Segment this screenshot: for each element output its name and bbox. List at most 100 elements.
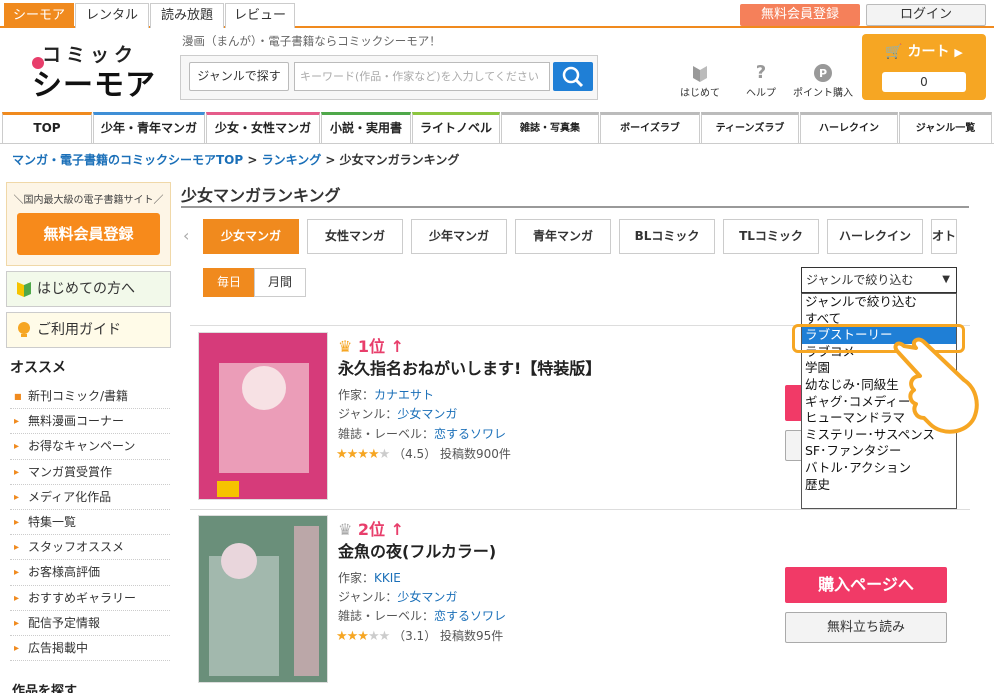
help-icon: ? [755, 62, 767, 83]
sidebar-item-gallery[interactable]: おすすめギャラリー [10, 586, 170, 611]
genre-filter-select[interactable]: ジャンルで絞り込む ▼ [801, 267, 957, 293]
cat-harlequin[interactable]: ハーレクイン [800, 112, 898, 144]
sidebar-guide-link[interactable]: ご利用ガイド [6, 312, 171, 348]
sidebar-item-free[interactable]: 無料漫画コーナー [10, 409, 170, 435]
sidebar-item-ads[interactable]: 広告掲載中 [10, 636, 170, 662]
genre-tab-shojo[interactable]: 少女マンガ [203, 219, 299, 254]
option-history[interactable]: 歴史 [802, 477, 956, 494]
sidebar-item-media[interactable]: メディア化作品 [10, 485, 170, 510]
sidebar-beginner-link[interactable]: はじめての方へ [6, 271, 171, 307]
rank-up-arrow-icon: ↑ [390, 520, 405, 539]
breadcrumb-home[interactable]: マンガ・電子書籍のコミックシーモアTOP [12, 153, 243, 167]
tagline: 漫画（まんが）・電子書籍ならコミックシーモア！ [182, 34, 441, 48]
author-link[interactable]: カナエサト [374, 388, 434, 402]
cart-icon: 🛒 [885, 44, 903, 60]
logo-bottom-text: シーモア [32, 68, 156, 103]
genre-label: ジャンル： [338, 590, 398, 604]
cat-lightnovel[interactable]: ライトノベル [412, 112, 500, 144]
header-help[interactable]: ? ヘルプ [731, 62, 791, 99]
cat-tl[interactable]: ティーンズラブ [701, 112, 799, 144]
book-title[interactable]: 永久指名おねがいします!【特装版】 [338, 355, 601, 379]
tab-unlimited[interactable]: 読み放題 [150, 3, 224, 28]
sidebar-search-heading: 作品を探す [12, 684, 78, 693]
magazine-label: 雑誌・レーベル： [338, 427, 435, 441]
sidebar-item-campaign[interactable]: お得なキャンペーン [10, 434, 170, 460]
breadcrumb-ranking[interactable]: ランキング [262, 153, 322, 167]
category-nav: TOP 少年・青年マンガ 少女・女性マンガ 小説・実用書 ライトノベル 雑誌・写… [0, 112, 994, 144]
title-divider [181, 206, 969, 208]
author-link[interactable]: KKIE [374, 571, 401, 585]
period-tab-daily[interactable]: 毎日 [203, 268, 255, 297]
chevron-left-icon[interactable]: ‹ [183, 226, 189, 245]
book-title[interactable]: 金魚の夜(フルカラー) [338, 538, 496, 562]
header-beginner[interactable]: はじめて [670, 62, 730, 99]
sidebar-item-schedule[interactable]: 配信予定情報 [10, 611, 170, 636]
magazine-link[interactable]: 恋するソワレ [434, 427, 506, 441]
genre-link[interactable]: 少女マンガ [397, 407, 457, 421]
rank-up-arrow-icon: ↑ [390, 337, 405, 356]
genre-tab-tl[interactable]: TLコミック [723, 219, 819, 254]
genre-link[interactable]: 少女マンガ [397, 590, 457, 604]
author-label: 作家： [338, 571, 375, 585]
header-help-label: ヘルプ [746, 88, 776, 99]
option-battle[interactable]: バトル･アクション [802, 460, 956, 477]
cat-genre-list[interactable]: ジャンル一覧 [899, 112, 992, 144]
cat-magazine[interactable]: 雑誌・写真集 [501, 112, 599, 144]
sidebar-item-award[interactable]: マンガ賞受賞作 [10, 460, 170, 485]
breadcrumb-sep: > [243, 153, 262, 167]
sidebar-register-box: ＼国内最大級の電子書籍サイト／ 無料会員登録 [6, 182, 171, 266]
rank-number: 1位 [357, 337, 386, 356]
tab-seymour[interactable]: シーモア [4, 3, 74, 28]
beginner-icon [17, 282, 31, 297]
magazine-label: 雑誌・レーベル： [338, 609, 435, 623]
option-filter-default[interactable]: ジャンルで絞り込む [802, 294, 956, 311]
search-button[interactable] [553, 62, 593, 91]
login-button[interactable]: ログイン [866, 4, 986, 26]
genre-tab-seinen[interactable]: 青年マンガ [515, 219, 611, 254]
cat-shonen[interactable]: 少年・青年マンガ [93, 112, 205, 144]
sidebar-beginner-label: はじめての方へ [37, 281, 135, 297]
genre-tab-other[interactable]: オト [931, 219, 957, 254]
rank-number: 2位 [357, 520, 386, 539]
sidebar-register-button[interactable]: 無料会員登録 [17, 213, 160, 255]
pointer-hand-icon [893, 337, 979, 434]
book-cover[interactable] [198, 515, 328, 683]
sidebar-menu: 新刊コミック/書籍 無料漫画コーナー お得なキャンペーン マンガ賞受賞作 メディ… [10, 384, 170, 662]
genre-tab-harlequin[interactable]: ハーレクイン [827, 219, 923, 254]
sidebar-item-rated[interactable]: お客様高評価 [10, 560, 170, 586]
genre-search-button[interactable]: ジャンルで探す [189, 62, 289, 91]
rating-value: （3.1） [393, 629, 437, 643]
cart-arrow-icon: ▶ [954, 46, 963, 59]
header-point[interactable]: P ポイント購入 [793, 62, 853, 99]
register-button[interactable]: 無料会員登録 [740, 4, 860, 26]
free-read-button[interactable]: 無料立ち読み [785, 612, 947, 643]
cat-bl[interactable]: ボーイズラブ [600, 112, 700, 144]
option-sf-fantasy[interactable]: SF･ファンタジー [802, 443, 956, 460]
sidebar-item-staff[interactable]: スタッフオススメ [10, 535, 170, 561]
sidebar-item-new[interactable]: 新刊コミック/書籍 [10, 384, 170, 410]
genre-tab-josei[interactable]: 女性マンガ [307, 219, 403, 254]
genre-tab-bl[interactable]: BLコミック [619, 219, 715, 254]
cat-shojo[interactable]: 少女・女性マンガ [206, 112, 320, 144]
cat-top[interactable]: TOP [2, 112, 92, 144]
book-cover[interactable] [198, 332, 328, 500]
period-tab-monthly[interactable]: 月間 [254, 268, 306, 297]
sidebar-item-features[interactable]: 特集一覧 [10, 510, 170, 536]
rating-stars: ★★★★★ [336, 629, 390, 644]
keyword-search-input[interactable] [294, 62, 550, 91]
point-icon: P [814, 64, 832, 82]
buy-button[interactable]: 購入ページへ [785, 567, 947, 603]
rating-value: （4.5） [393, 447, 437, 461]
site-logo[interactable]: コミック シーモア [28, 40, 158, 103]
cat-novel[interactable]: 小説・実用書 [321, 112, 411, 144]
beginner-icon [693, 66, 707, 82]
review-count[interactable]: 投稿数900件 [440, 447, 511, 461]
book-cover-art [199, 333, 327, 499]
genre-tab-shonen[interactable]: 少年マンガ [411, 219, 507, 254]
cart-button[interactable]: 🛒 カート ▶ 0 [862, 34, 986, 100]
magazine-link[interactable]: 恋するソワレ [434, 609, 506, 623]
tab-rental[interactable]: レンタル [75, 3, 149, 28]
review-count[interactable]: 投稿数95件 [440, 629, 503, 643]
tab-review[interactable]: レビュー [225, 3, 295, 28]
rank-line: ♛ 1位 ↑ [338, 333, 404, 357]
